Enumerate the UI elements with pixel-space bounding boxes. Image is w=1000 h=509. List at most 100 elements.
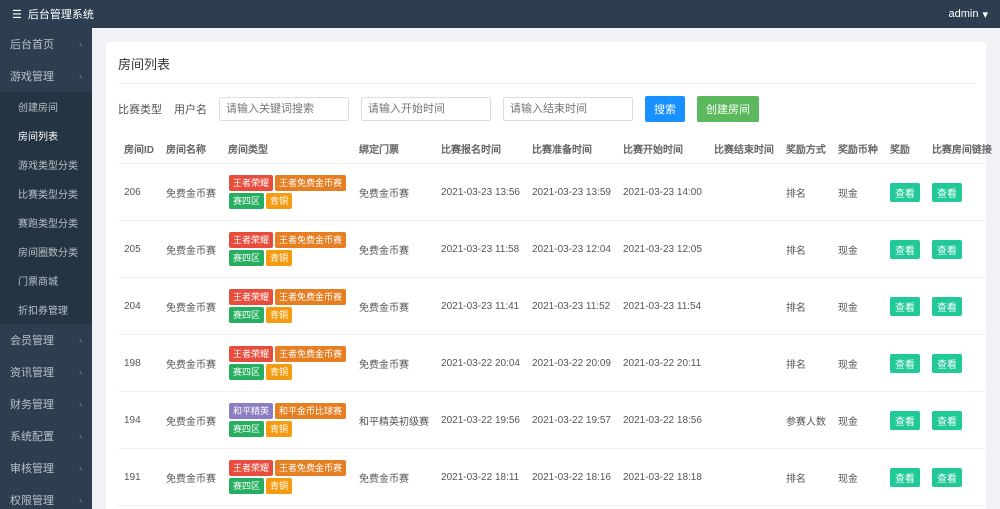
type-tag: 王者荣耀 [229, 289, 273, 305]
sidebar-item[interactable]: 游戏管理› [0, 60, 92, 92]
type-tag: 赛四区 [229, 307, 264, 323]
type-tag: 青铜 [266, 307, 292, 323]
filters: 比赛类型 用户名 搜索 创建房间 [118, 96, 974, 122]
menu-icon[interactable]: ☰ [12, 8, 22, 21]
sidebar-item[interactable]: 审核管理› [0, 452, 92, 484]
chevron-right-icon: › [79, 335, 82, 345]
search-button[interactable]: 搜索 [645, 96, 685, 122]
room-type-cell: 王者荣耀王者免费金币赛赛四区青铜 [222, 221, 353, 278]
cell: 206 [118, 164, 160, 221]
cell: 2021-03-23 11:41 [435, 278, 526, 335]
sidebar-subitem[interactable]: 赛跑类型分类 [0, 208, 92, 237]
cell: 2021-03-22 19:56 [435, 392, 526, 449]
sidebar-subitem[interactable]: 折扣券管理 [0, 295, 92, 324]
chevron-right-icon: › [79, 399, 82, 409]
room-table: 房间ID房间名称房间类型绑定门票比赛报名时间比赛准备时间比赛开始时间比赛结束时间… [118, 134, 1000, 509]
column-header: 奖励 [884, 134, 926, 164]
type-tag: 青铜 [266, 478, 292, 494]
cell: 现金 [832, 335, 884, 392]
cell: 现金 [832, 221, 884, 278]
sidebar-subitem[interactable]: 比赛类型分类 [0, 179, 92, 208]
view-button[interactable]: 查看 [932, 411, 962, 430]
view-button[interactable]: 查看 [932, 297, 962, 316]
page-title: 房间列表 [118, 54, 974, 73]
type-tag: 和平精英 [229, 403, 273, 419]
room-type-cell: 王者荣耀王者免费金币赛赛四区青铜 [222, 278, 353, 335]
view-button[interactable]: 查看 [932, 183, 962, 202]
main-content: 房间列表 比赛类型 用户名 搜索 创建房间 房间ID房间名称房间类型绑定门票比赛… [92, 28, 1000, 509]
view-button[interactable]: 查看 [890, 468, 920, 487]
cell: 免费金币赛 [353, 164, 435, 221]
type-tag: 赛四区 [229, 421, 264, 437]
room-type-cell: 王者荣耀王者免费金币赛赛四区青铜 [222, 506, 353, 509]
sidebar-item[interactable]: 资讯管理› [0, 356, 92, 388]
panel: 房间列表 比赛类型 用户名 搜索 创建房间 房间ID房间名称房间类型绑定门票比赛… [106, 42, 986, 509]
cell: 免费金币赛 [160, 278, 222, 335]
cell: 2021-03-22 20:11 [617, 335, 708, 392]
end-time-input[interactable] [503, 97, 633, 121]
room-type-cell: 王者荣耀王者免费金币赛赛四区青铜 [222, 449, 353, 506]
filter-user-label: 用户名 [174, 101, 207, 117]
cell: 免费金币赛 [353, 221, 435, 278]
cell: 排名 [780, 506, 832, 509]
type-tag: 王者免费金币赛 [275, 175, 346, 191]
chevron-right-icon: › [79, 71, 82, 81]
cell: 免费金币赛 [160, 221, 222, 278]
cell: 现金 [832, 506, 884, 509]
cell: 2021-03-22 19:57 [526, 392, 617, 449]
view-button[interactable]: 查看 [932, 240, 962, 259]
sidebar-item[interactable]: 后台首页› [0, 28, 92, 60]
cell: 2021-03-22 20:09 [526, 335, 617, 392]
cell: 排名 [780, 164, 832, 221]
table-row: 205免费金币赛王者荣耀王者免费金币赛赛四区青铜免费金币赛2021-03-23 … [118, 221, 1000, 278]
sidebar-item[interactable]: 系统配置› [0, 420, 92, 452]
view-button[interactable]: 查看 [890, 183, 920, 202]
search-input[interactable] [219, 97, 349, 121]
cell: 2021-03-23 14:00 [617, 164, 708, 221]
cell [708, 221, 780, 278]
sidebar-subitem[interactable]: 创建房间 [0, 92, 92, 121]
cell: 排名 [780, 278, 832, 335]
sidebar-subitem[interactable]: 房间圈数分类 [0, 237, 92, 266]
create-room-button[interactable]: 创建房间 [697, 96, 759, 122]
cell: 现金 [832, 278, 884, 335]
sidebar-subitem[interactable]: 房间列表 [0, 121, 92, 150]
cell: 2021-03-22 18:56 [617, 392, 708, 449]
sidebar-subitem[interactable]: 门票商城 [0, 266, 92, 295]
view-button[interactable]: 查看 [890, 297, 920, 316]
view-button[interactable]: 查看 [932, 468, 962, 487]
cell: 2021-03-23 11:58 [435, 221, 526, 278]
cell: 2021-03-23 12:05 [617, 221, 708, 278]
cell: 198 [118, 335, 160, 392]
sidebar-subitem[interactable]: 游戏类型分类 [0, 150, 92, 179]
cell: 2021-03-22 18:11 [435, 449, 526, 506]
column-header: 房间名称 [160, 134, 222, 164]
cell: 和平精英初级赛 [353, 392, 435, 449]
table-row: 190免费金币赛王者荣耀王者免费金币赛赛四区青铜免费金币赛2021-03-22 … [118, 506, 1000, 509]
sidebar-item[interactable]: 会员管理› [0, 324, 92, 356]
column-header: 比赛房间链接 [926, 134, 998, 164]
cell: 免费金币赛 [160, 164, 222, 221]
topbar: ☰ 后台管理系统 admin ▾ [0, 0, 1000, 28]
cell: 免费金币赛 [353, 449, 435, 506]
cell: 免费金币赛 [353, 335, 435, 392]
chevron-right-icon: › [79, 431, 82, 441]
table-row: 198免费金币赛王者荣耀王者免费金币赛赛四区青铜免费金币赛2021-03-22 … [118, 335, 1000, 392]
user-menu[interactable]: admin ▾ [949, 8, 989, 21]
sidebar-item[interactable]: 权限管理› [0, 484, 92, 509]
cell: 191 [118, 449, 160, 506]
view-button[interactable]: 查看 [890, 411, 920, 430]
sidebar-item[interactable]: 财务管理› [0, 388, 92, 420]
filter-type-label: 比赛类型 [118, 101, 162, 117]
view-button[interactable]: 查看 [890, 240, 920, 259]
type-tag: 王者荣耀 [229, 346, 273, 362]
cell: 排名 [780, 449, 832, 506]
view-button[interactable]: 查看 [932, 354, 962, 373]
view-button[interactable]: 查看 [890, 354, 920, 373]
start-time-input[interactable] [361, 97, 491, 121]
type-tag: 赛四区 [229, 478, 264, 494]
type-tag: 赛四区 [229, 193, 264, 209]
cell: 免费金币赛 [353, 278, 435, 335]
cell: 免费金币赛 [160, 335, 222, 392]
cell [708, 449, 780, 506]
